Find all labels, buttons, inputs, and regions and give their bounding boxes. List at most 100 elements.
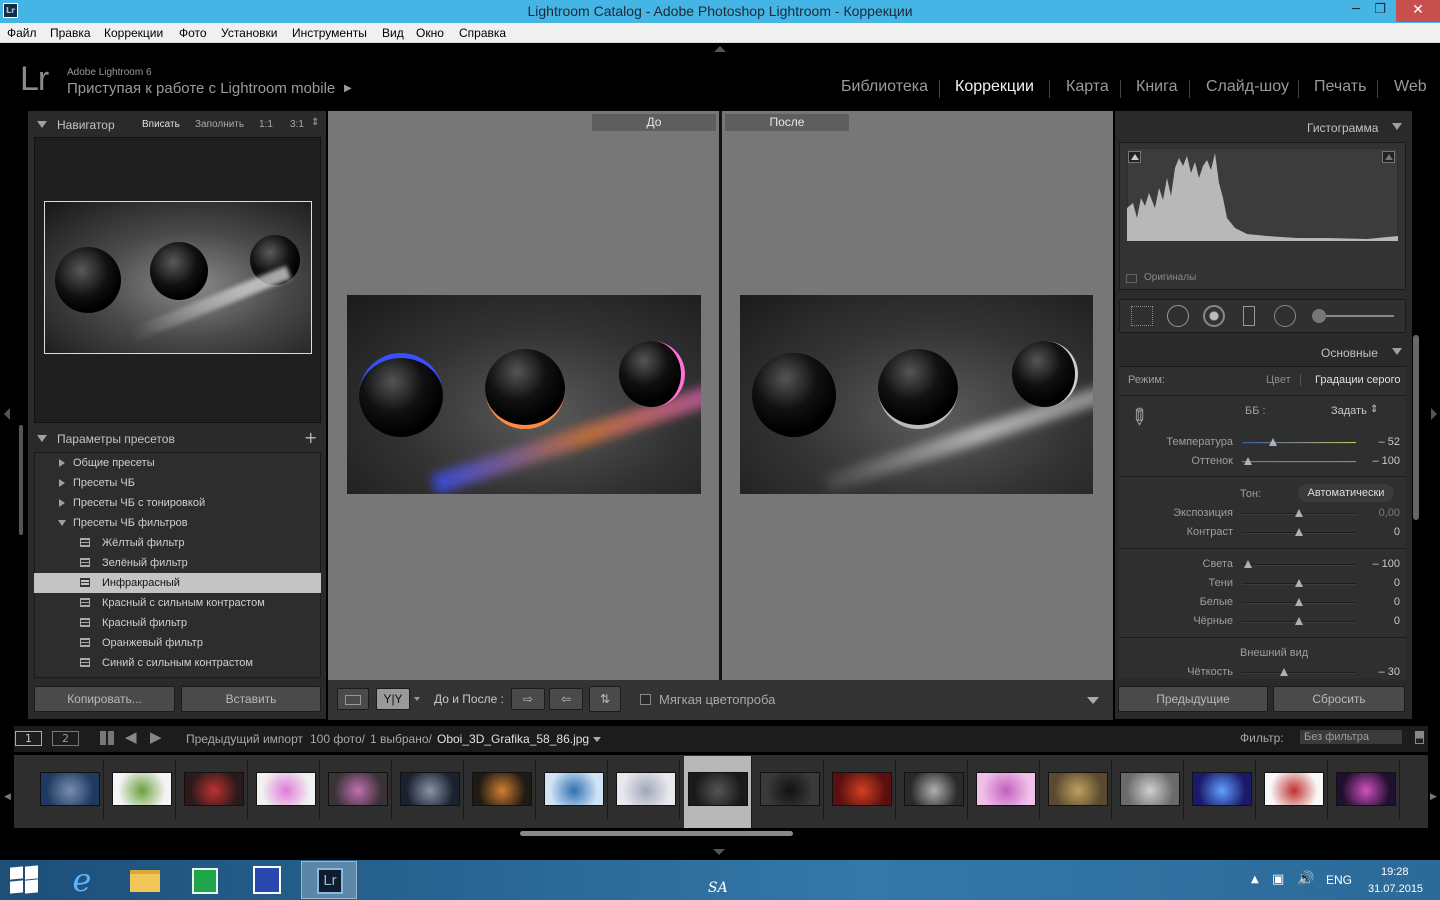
wb-spinner-icon[interactable]: ⇕ xyxy=(1370,404,1378,415)
left-panel-toggle[interactable] xyxy=(4,408,10,420)
bottom-panel-toggle[interactable] xyxy=(713,849,725,855)
slider-thumb[interactable] xyxy=(1280,668,1289,676)
before-after-view-button[interactable]: Y|Y xyxy=(376,688,410,710)
filmstrip-thumbnail[interactable] xyxy=(252,760,320,820)
forward-arrow-icon[interactable]: ▶ xyxy=(150,728,162,746)
tone-auto-button[interactable]: Автоматически xyxy=(1298,484,1394,502)
previous-button[interactable]: Предыдущие xyxy=(1118,686,1268,712)
slider-thumb[interactable] xyxy=(1295,509,1303,517)
red-eye-icon[interactable] xyxy=(1203,305,1225,327)
preset-item[interactable]: Красный с сильным контрастом xyxy=(34,593,321,613)
module-develop[interactable]: Коррекции xyxy=(955,78,1034,96)
preset-item[interactable]: Зелёный фильтр xyxy=(34,553,321,573)
module-library[interactable]: Библиотека xyxy=(841,78,928,96)
preset-item[interactable]: Красный фильтр xyxy=(34,613,321,633)
filmstrip-thumbnail[interactable] xyxy=(1332,760,1400,820)
slider-thumb[interactable] xyxy=(1243,457,1252,465)
expand-arrow-icon[interactable] xyxy=(59,459,65,467)
after-image[interactable] xyxy=(740,295,1093,494)
preset-item[interactable]: Оранжевый фильтр xyxy=(34,633,321,653)
network-icon[interactable]: ▣ xyxy=(1272,872,1284,887)
filter-lock-icon[interactable] xyxy=(1415,731,1424,744)
start-button[interactable] xyxy=(10,865,38,894)
menu-window[interactable]: Окно xyxy=(416,26,444,40)
mobile-link[interactable]: Приступая к работе с Lightroom mobile xyxy=(67,80,335,97)
right-panel-toggle[interactable] xyxy=(1431,408,1437,420)
filmstrip-thumbnail[interactable] xyxy=(1188,760,1256,820)
save-app-icon[interactable] xyxy=(247,862,287,898)
file-name[interactable]: Oboi_3D_Grafika_58_86.jpg xyxy=(437,732,589,746)
filmstrip-thumbnail[interactable] xyxy=(828,760,896,820)
clock-date[interactable]: 31.07.2015 xyxy=(1368,883,1423,895)
play-arrow-icon[interactable]: ▶ xyxy=(344,83,352,94)
filter-dropdown[interactable]: Без фильтра xyxy=(1299,729,1403,745)
mode-bw[interactable]: Градации серого xyxy=(1315,374,1401,386)
filmstrip-thumbnail[interactable] xyxy=(1260,760,1328,820)
preset-item[interactable]: Жёлтый фильтр xyxy=(34,533,321,553)
slider-thumb[interactable] xyxy=(1295,528,1303,536)
filmstrip-thumbnail[interactable] xyxy=(396,760,464,820)
maximize-button[interactable]: ❐ xyxy=(1364,0,1396,22)
preset-folder-open[interactable]: Пресеты ЧБ фильтров xyxy=(34,513,321,533)
back-arrow-icon[interactable]: ◀ xyxy=(125,728,137,746)
filmstrip-left-icon[interactable]: ◀ xyxy=(4,792,11,802)
clock-time[interactable]: 19:28 xyxy=(1381,866,1409,878)
filmstrip-thumbnail[interactable] xyxy=(540,760,608,820)
slider-thumb[interactable] xyxy=(1295,598,1303,606)
radial-filter-icon[interactable] xyxy=(1274,305,1296,327)
menu-help[interactable]: Справка xyxy=(459,26,506,40)
slider-thumb[interactable] xyxy=(1268,438,1277,446)
filmstrip-thumbnail[interactable] xyxy=(612,760,680,820)
menu-develop[interactable]: Коррекции xyxy=(104,26,163,40)
module-map[interactable]: Карта xyxy=(1066,78,1109,96)
shadow-clipping-icon[interactable] xyxy=(1128,151,1141,163)
module-slideshow[interactable]: Слайд-шоу xyxy=(1206,78,1289,96)
originals-checkbox[interactable] xyxy=(1126,274,1137,283)
menu-settings[interactable]: Установки xyxy=(221,26,277,40)
copy-before-to-after-button[interactable]: ⇨ xyxy=(511,688,545,710)
slider-value[interactable]: 0 xyxy=(1360,615,1400,627)
paste-button[interactable]: Вставить xyxy=(181,686,321,712)
collapse-arrow-icon[interactable] xyxy=(58,520,66,526)
slider-value[interactable]: – 100 xyxy=(1360,558,1400,570)
left-panel-scrollbar[interactable] xyxy=(19,425,23,535)
slider-track[interactable] xyxy=(1242,672,1356,674)
wb-dropdown[interactable]: Задать xyxy=(1331,405,1367,417)
spot-removal-icon[interactable] xyxy=(1167,305,1189,327)
collapse-triangle-icon[interactable] xyxy=(37,121,47,128)
filmstrip-thumbnail[interactable] xyxy=(36,760,104,820)
secondary-window-button[interactable]: 2 xyxy=(52,731,79,746)
internet-explorer-icon[interactable]: e xyxy=(62,862,102,898)
filmstrip-scrollbar[interactable] xyxy=(520,831,793,836)
adjustment-brush-slider[interactable] xyxy=(1326,315,1394,317)
slider-track[interactable] xyxy=(1242,461,1356,463)
add-preset-icon[interactable]: + xyxy=(304,428,317,447)
copy-after-to-before-button[interactable]: ⇦ xyxy=(549,688,583,710)
preset-folder[interactable]: Пресеты ЧБ xyxy=(34,473,321,493)
loupe-view-button[interactable] xyxy=(337,688,369,710)
filmstrip-thumbnail[interactable] xyxy=(108,760,176,820)
source-label[interactable]: Предыдущий импорт xyxy=(186,732,303,746)
filmstrip-thumbnail[interactable] xyxy=(1116,760,1184,820)
grid-view-icon[interactable] xyxy=(100,731,114,745)
preset-item[interactable]: Синий с сильным контрастом xyxy=(34,653,321,673)
preset-item-selected[interactable]: Инфракрасный xyxy=(34,573,321,593)
menu-view[interactable]: Вид xyxy=(382,26,404,40)
zoom-3-1[interactable]: 3:1 xyxy=(290,119,304,130)
slider-value[interactable]: – 100 xyxy=(1360,455,1400,467)
view-dropdown-icon[interactable] xyxy=(414,697,420,701)
before-image[interactable] xyxy=(347,295,701,494)
slider-value[interactable]: 0 xyxy=(1360,577,1400,589)
lightroom-task-button[interactable]: Lr xyxy=(301,861,357,899)
right-panel-scrollbar[interactable] xyxy=(1413,335,1419,520)
filmstrip-thumbnail[interactable] xyxy=(756,760,824,820)
slider-thumb[interactable] xyxy=(1295,617,1303,625)
collapse-triangle-icon[interactable] xyxy=(1392,348,1402,355)
filmstrip-thumbnail[interactable] xyxy=(972,760,1040,820)
top-panel-toggle[interactable] xyxy=(714,46,726,52)
filmstrip-thumbnail[interactable] xyxy=(684,756,752,828)
filmstrip-thumbnail[interactable] xyxy=(180,760,248,820)
file-dropdown-icon[interactable] xyxy=(593,737,601,742)
soft-proof-checkbox[interactable] xyxy=(640,694,651,705)
expand-arrow-icon[interactable] xyxy=(59,479,65,487)
